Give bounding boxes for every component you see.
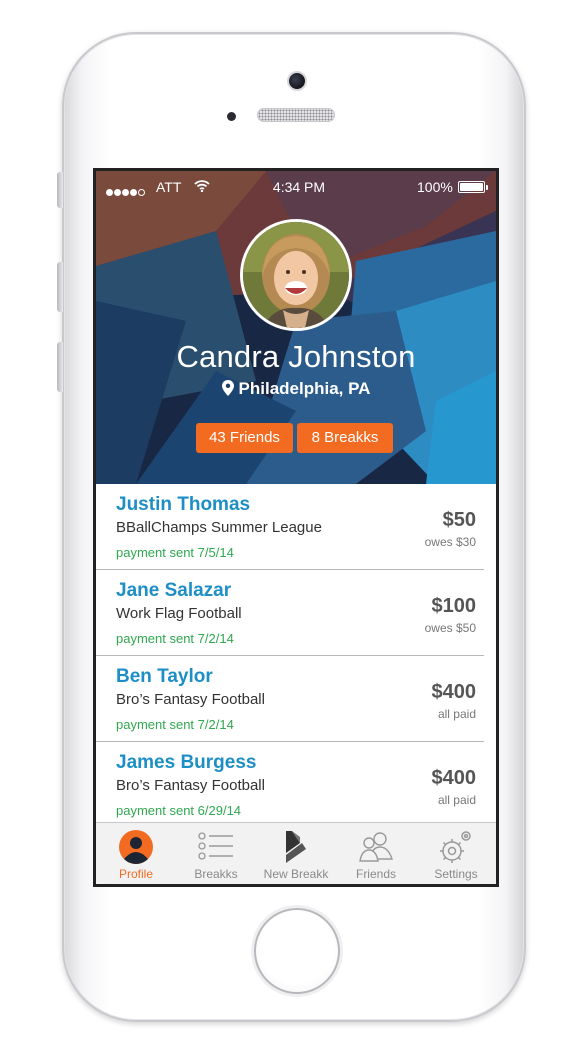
amount: $400 <box>431 681 477 703</box>
tab-settings[interactable]: Settings <box>416 823 496 884</box>
tab-breakks[interactable]: Breakks <box>176 823 256 884</box>
amount: $400 <box>431 767 477 789</box>
avatar[interactable] <box>240 219 352 331</box>
proximity-sensor <box>227 112 236 121</box>
amount: $50 <box>442 509 476 531</box>
profile-photo <box>243 222 349 328</box>
payment-status: payment sent 6/29/14 <box>116 803 242 818</box>
balance-note: owes $30 <box>424 535 476 549</box>
status-time: 4:34 PM <box>272 179 326 195</box>
person-icon <box>119 830 153 864</box>
payment-status: payment sent 7/5/14 <box>116 545 234 560</box>
signal-strength-icon <box>106 183 146 199</box>
home-button[interactable] <box>254 908 340 994</box>
amount: $100 <box>431 595 477 617</box>
profile-name: Candra Johnston <box>176 339 416 374</box>
location-text: Philadelphia, PA <box>238 379 371 398</box>
tab-bar: Profile Breakks New Breakk Friends Setti… <box>96 822 496 884</box>
tab-label: Breakks <box>194 867 238 881</box>
list-item[interactable]: Ben Taylor Bro’s Fantasy Football paymen… <box>96 656 496 742</box>
breakks-count-button[interactable]: 8 Breakks <box>297 423 393 453</box>
list-item[interactable]: James Burgess Bro’s Fantasy Football pay… <box>96 742 496 822</box>
contact-name: Justin Thomas <box>116 494 251 515</box>
tab-new-breakk[interactable]: New Breakk <box>256 823 336 884</box>
tab-profile[interactable]: Profile <box>96 823 176 884</box>
battery-icon <box>458 181 488 193</box>
balance-note: all paid <box>437 707 476 721</box>
status-bar: ATT 4:34 PM 100% <box>96 171 496 201</box>
breakk-logo-icon <box>286 831 306 863</box>
transaction-list[interactable]: Justin Thomas BBallChamps Summer League … <box>96 484 496 822</box>
earpiece-speaker <box>257 108 335 122</box>
app-screen: ATT 4:34 PM 100% Candra Johnston Philade… <box>93 168 499 887</box>
volume-down-button <box>57 342 63 392</box>
mute-switch <box>57 172 63 208</box>
list-icon <box>198 832 233 860</box>
friends-count-button[interactable]: 43 Friends <box>196 423 293 453</box>
tab-label: New Breakk <box>263 867 329 881</box>
battery-percentage: 100% <box>417 179 453 195</box>
front-camera <box>287 71 307 91</box>
profile-location: Philadelphia, PA <box>96 379 496 399</box>
balance-note: owes $50 <box>424 621 476 635</box>
tab-label: Settings <box>434 867 478 881</box>
tab-label: Friends <box>355 867 396 881</box>
profile-header: ATT 4:34 PM 100% Candra Johnston Philade… <box>96 171 496 484</box>
contact-name: Ben Taylor <box>116 666 213 687</box>
league-name: BBallChamps Summer League <box>116 519 322 536</box>
list-item[interactable]: Jane Salazar Work Flag Football payment … <box>96 570 496 656</box>
location-pin-icon <box>221 380 234 396</box>
payment-status: payment sent 7/2/14 <box>116 631 234 646</box>
carrier-name: ATT <box>156 179 182 195</box>
contact-name: James Burgess <box>116 752 257 773</box>
list-item[interactable]: Justin Thomas BBallChamps Summer League … <box>96 484 496 570</box>
payment-status: payment sent 7/2/14 <box>116 717 234 732</box>
league-name: Bro’s Fantasy Football <box>116 691 265 708</box>
tab-label: Profile <box>118 867 153 881</box>
balance-note: all paid <box>437 793 476 807</box>
wifi-icon <box>194 179 210 195</box>
volume-up-button <box>57 262 63 312</box>
contact-name: Jane Salazar <box>116 580 232 601</box>
league-name: Work Flag Football <box>116 605 242 622</box>
tab-friends[interactable]: Friends <box>336 823 416 884</box>
league-name: Bro’s Fantasy Football <box>116 777 265 794</box>
gear-icon <box>440 831 471 863</box>
friends-icon <box>359 832 393 862</box>
